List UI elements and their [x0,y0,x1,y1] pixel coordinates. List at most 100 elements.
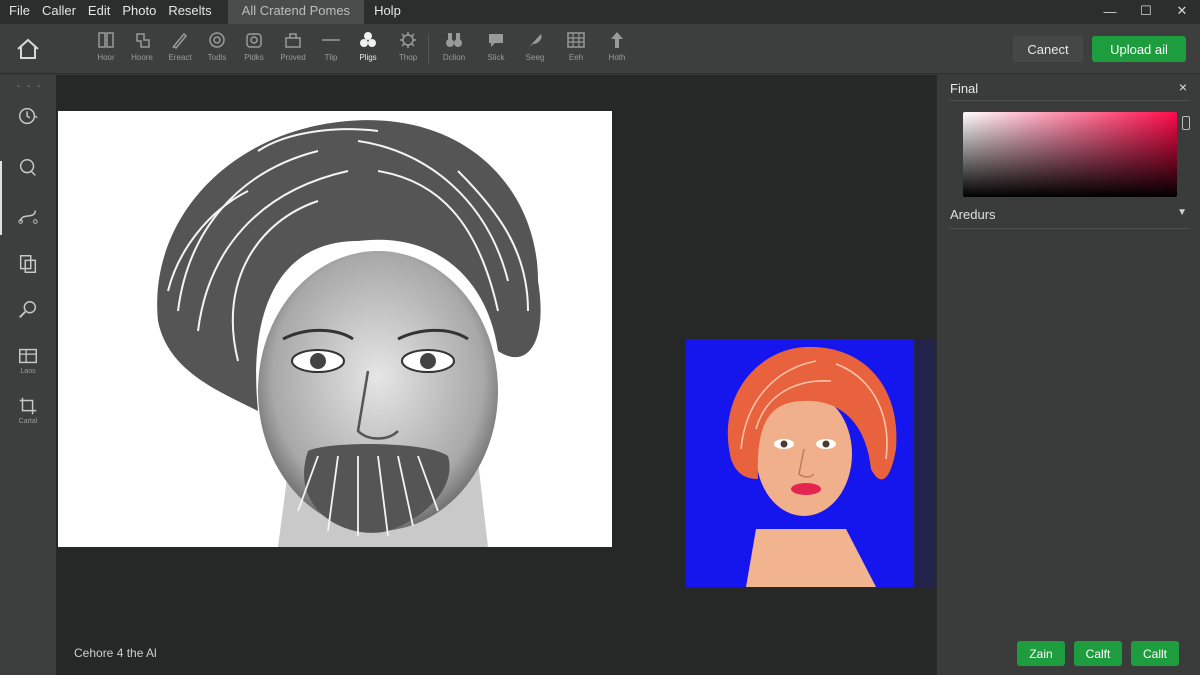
menu-help[interactable]: Holp [368,0,407,24]
columns-icon [98,32,114,48]
section-label: Aredurs [950,207,996,222]
magnify-icon [19,301,37,318]
sidebar-tool-path[interactable] [10,205,46,245]
tool-label: Ereact [168,53,192,62]
close-window-button[interactable]: ✕ [1164,0,1200,22]
tool-label: Thop [398,53,418,62]
gear-icon [400,32,416,48]
tool-pligs[interactable]: Pligs [348,30,388,70]
tool-label: Hoore [131,53,153,62]
sidebar-tool-magnify[interactable] [10,299,46,339]
document-tab[interactable]: All Cratend Pomes [227,0,365,24]
hue-slider-handle[interactable] [1182,116,1190,130]
callt-button[interactable]: Callt [1131,641,1179,666]
menu-photo[interactable]: Photo [116,0,162,24]
upload-all-button[interactable]: Upload ail [1092,36,1186,62]
sketch-portrait-illustration [157,120,541,547]
active-tool-indicator [0,161,2,235]
tool-label: Proved [280,53,306,62]
sidebar-tool-layers[interactable]: Laos [10,345,46,385]
sketch-image[interactable] [58,111,612,547]
speech-icon [489,34,503,47]
arrow-up-icon [611,32,623,48]
panel-button-group: Zain Calft Callt [1017,641,1179,666]
tool-dclion[interactable]: Dclion [434,30,474,70]
sidebar-tool-lasso[interactable] [10,157,46,197]
menu-file[interactable]: File [0,0,36,24]
path-icon [18,210,38,224]
close-icon[interactable]: × [1179,79,1187,95]
menu-reselts[interactable]: Reselts [162,0,217,24]
tool-ereact[interactable]: Ereact [160,30,200,70]
sidebar-grip: - - - [17,81,43,92]
right-panel: Final × Aredurs ▼ Zain Calft Callt [936,75,1200,675]
spiral-icon [209,32,225,48]
tool-label: Todls [207,53,227,62]
sidebar-tool-crop[interactable]: Cartal [10,395,46,435]
tool-label: Seeg [525,53,545,62]
toolbar: Hoor Hoore Ereact Todls Pldks Proved Tli… [0,24,1200,74]
tool-label: Dclion [442,53,466,62]
color-portrait-illustration [727,346,897,587]
tool-label: Hoth [608,53,626,62]
tool-thop[interactable]: Thop [388,30,428,70]
menu-bar: File Caller Edit Photo Reselts All Crate… [0,0,1200,24]
tool-label: Eeh [568,53,584,62]
canvas-area[interactable]: Cehore 4 the Al [56,75,936,675]
sidebar-tool-history[interactable] [10,105,46,145]
grid-icon [567,32,585,48]
tool-label: Hoor [97,53,115,62]
sidebar-label-laos: Laos [20,368,36,375]
adjustments-section[interactable]: Aredurs ▼ [949,203,1189,229]
tool-proved[interactable]: Proved [273,30,313,70]
home-button[interactable] [12,34,44,64]
zain-button[interactable]: Zain [1017,641,1065,666]
tool-label: Slick [487,53,505,62]
tool-tlip[interactable]: Tlip [311,30,351,70]
camera-icon [246,33,262,48]
maximize-button[interactable]: ☐ [1128,0,1164,22]
tool-pldks[interactable]: Pldks [234,30,274,70]
blobs-icon [360,32,376,47]
toolbar-divider [428,34,429,64]
result-image-edge [914,339,936,587]
tool-label: Tlip [324,53,338,62]
sidebar-tool-copy[interactable] [10,253,46,293]
panel-header: Final × [949,79,1189,101]
sidebar-label-cartal: Cartal [18,418,38,425]
home-icon [17,38,39,59]
line-icon [322,39,340,41]
tool-label: Pldks [244,53,264,62]
tool-hoth[interactable]: Hoth [597,30,637,70]
binoculars-icon [446,33,462,47]
crop-icon [19,397,37,415]
color-picker-field[interactable] [963,112,1177,197]
lasso-icon [19,159,36,176]
panel-title: Final [950,81,979,96]
tool-eeh[interactable]: Eeh [556,30,596,70]
tool-slick[interactable]: Slick [476,30,516,70]
tool-seeg[interactable]: Seeg [515,30,555,70]
menu-caller[interactable]: Caller [36,0,82,24]
tool-label: Pligs [359,53,377,62]
feather-icon [529,34,542,47]
calft-button[interactable]: Calft [1074,641,1122,666]
minimize-button[interactable]: — [1092,0,1128,22]
app-window: File Caller Edit Photo Reselts All Crate… [0,0,1200,675]
menu-edit[interactable]: Edit [82,0,116,24]
brush-icon [172,32,188,50]
bag-icon [285,33,301,48]
tool-hoor[interactable]: Hoor [86,30,126,70]
cancel-button[interactable]: Canect [1013,36,1083,62]
canvas-caption: Cehore 4 the Al [74,646,157,660]
clip-icon [136,33,150,48]
left-sidebar: - - - Laos Cartal [0,75,56,675]
layers-icon [19,348,37,364]
window-controls: — ☐ ✕ [1092,0,1200,24]
tool-todls[interactable]: Todls [197,30,237,70]
tool-hoore[interactable]: Hoore [122,30,162,70]
history-icon [19,107,38,125]
result-image[interactable] [686,339,914,587]
chevron-down-icon: ▼ [1177,207,1187,218]
copy-icon [19,255,37,273]
